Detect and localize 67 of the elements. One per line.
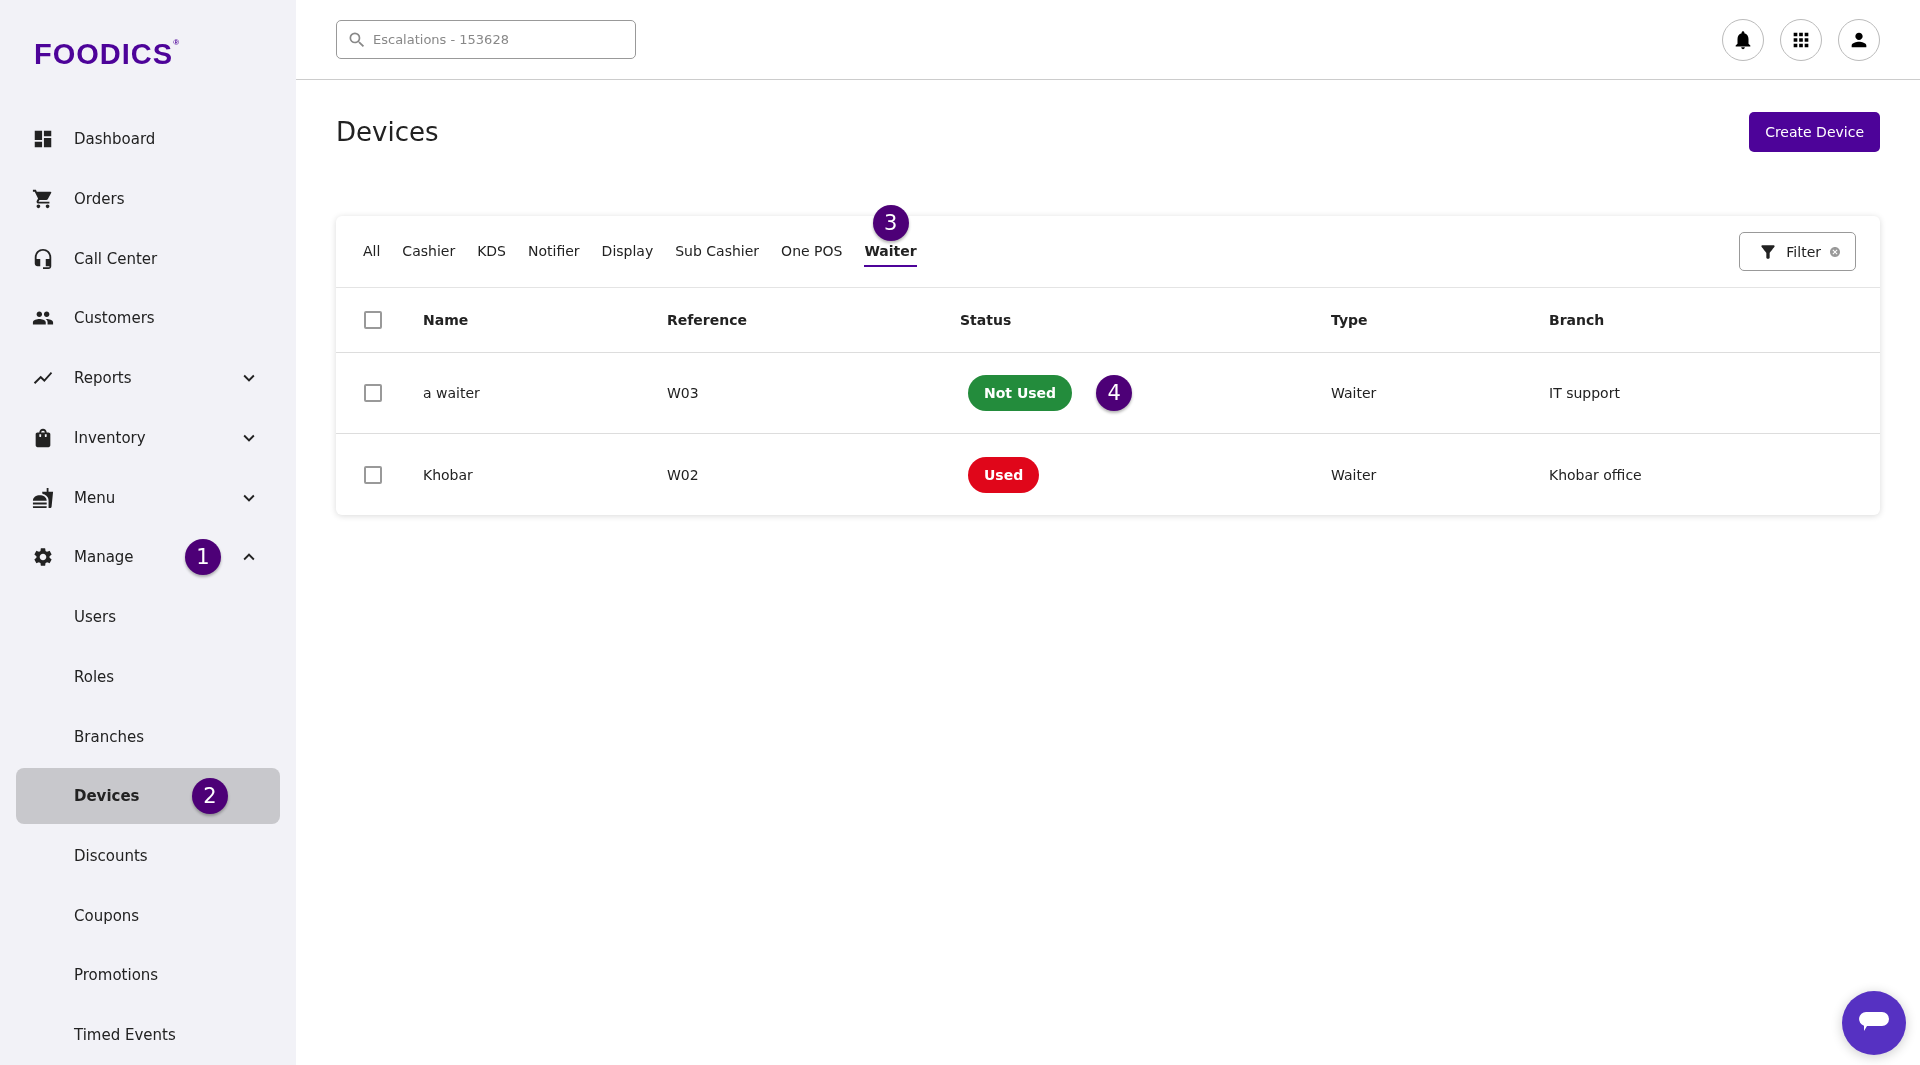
- tab[interactable]: One POS: [781, 236, 843, 267]
- sidebar-item[interactable]: Reports: [16, 350, 280, 407]
- sidebar-item[interactable]: Inventory: [16, 410, 280, 466]
- table-cell-text: W03: [667, 385, 700, 401]
- sidebar-item[interactable]: Orders: [16, 171, 280, 227]
- headset-icon: [32, 247, 54, 270]
- nav-label: Manage: [74, 548, 134, 567]
- column-header: Status: [960, 312, 1013, 328]
- checkbox[interactable]: [364, 311, 382, 329]
- sidebar-item[interactable]: Manage 1: [16, 529, 280, 586]
- sidebar-item[interactable]: Dashboard: [16, 111, 280, 168]
- clear-icon: [1829, 245, 1841, 258]
- sidebar-subitem[interactable]: Roles: [16, 648, 280, 705]
- sidebar-subitem[interactable]: Devices 2: [16, 768, 280, 825]
- nav-label: Menu: [74, 488, 116, 507]
- checkbox[interactable]: [364, 465, 382, 484]
- tab[interactable]: Notifier: [528, 236, 580, 267]
- nav-label: Call Center: [74, 249, 158, 268]
- tab[interactable]: Cashier: [402, 236, 456, 267]
- apps-button[interactable]: [1780, 18, 1822, 61]
- nav-label: Orders: [74, 190, 125, 209]
- step-number: 3: [872, 204, 909, 241]
- table-cell-text: W02: [667, 466, 700, 483]
- sidebar-subitem[interactable]: Discounts: [16, 828, 280, 884]
- chat-button[interactable]: [1842, 991, 1906, 1055]
- burger-drink-icon: [32, 486, 54, 509]
- notifications-button[interactable]: [1722, 18, 1764, 61]
- nav-label: Inventory: [74, 428, 146, 447]
- nav-label: Customers: [74, 309, 155, 328]
- sidebar-subitem[interactable]: Promotions: [16, 947, 280, 1004]
- create-device-button[interactable]: Create Device: [1749, 112, 1880, 152]
- filter-button[interactable]: Filter: [1739, 232, 1856, 271]
- column-header: Branch: [1549, 312, 1606, 328]
- tab[interactable]: KDS: [477, 236, 506, 267]
- cart-icon: [32, 188, 54, 211]
- logo: FOODICS®: [33, 37, 182, 73]
- column-header: Type: [1331, 312, 1369, 328]
- checkbox[interactable]: [364, 384, 382, 402]
- sidebar-item[interactable]: Menu: [16, 469, 280, 526]
- settings-icon: [32, 546, 54, 569]
- nav-label: Reports: [74, 369, 132, 388]
- sidebar-subitem[interactable]: Branches: [16, 708, 280, 765]
- tab[interactable]: Display: [601, 236, 654, 267]
- page-title: Devices: [336, 117, 439, 147]
- status-badge: Not Used: [968, 375, 1073, 411]
- status-badge: Used: [968, 456, 1040, 493]
- table-cell-text: Khobar: [423, 466, 474, 483]
- sidebar-item[interactable]: Customers: [16, 290, 280, 347]
- search-field[interactable]: Escalations - 153628: [336, 20, 636, 59]
- step-number: 1: [185, 539, 221, 576]
- table-cell-text: a waiter: [423, 385, 481, 401]
- column-header: Reference: [667, 312, 749, 328]
- profile-button[interactable]: [1838, 18, 1880, 61]
- table-cell-text: Waiter: [1331, 466, 1378, 483]
- table-cell-text: Khobar office: [1549, 466, 1643, 483]
- tab[interactable]: All: [363, 236, 381, 267]
- table-cell-text: Waiter: [1331, 385, 1378, 401]
- sidebar-subitem[interactable]: Timed Events: [16, 1007, 280, 1063]
- step-number: 4: [1096, 375, 1133, 411]
- sidebar-subitem[interactable]: Users: [16, 589, 280, 645]
- column-header: Name: [423, 312, 470, 328]
- sidebar-item[interactable]: Call Center: [16, 230, 280, 287]
- nav-label: Dashboard: [74, 130, 156, 149]
- step-number: 2: [192, 778, 228, 815]
- sidebar-subitem[interactable]: Coupons: [16, 887, 280, 944]
- tab[interactable]: Sub Cashier: [675, 236, 760, 267]
- table-cell-text: IT support: [1549, 385, 1621, 401]
